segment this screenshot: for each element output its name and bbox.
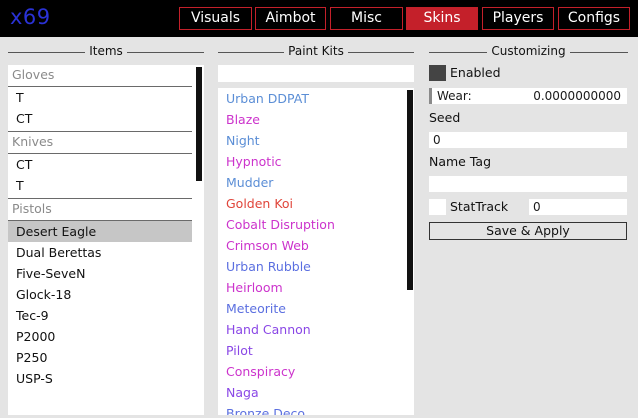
logo: x69 [10,5,51,29]
paint-kit-item[interactable]: Conspiracy [218,361,414,382]
paint-kits-header-label: Paint Kits [284,44,348,58]
stattrack-label: StatTrack [450,199,509,214]
list-item[interactable]: Five-SeveN [8,263,192,284]
paint-kit-item[interactable]: Bronze Deco [218,403,414,415]
paint-kit-item[interactable]: Cobalt Disruption [218,214,414,235]
paint-kit-item[interactable]: Golden Koi [218,193,414,214]
paint-kit-item[interactable]: Blaze [218,109,414,130]
tab-skins[interactable]: Skins [406,7,478,30]
name-tag-label: Name Tag [429,154,492,169]
list-item[interactable]: Tec-9 [8,305,192,326]
list-item[interactable]: CT [8,108,192,129]
paint-kit-item[interactable]: Mudder [218,172,414,193]
paint-kit-item[interactable]: Meteorite [218,298,414,319]
list-item[interactable]: T [8,87,192,108]
wear-value: 0.0000000000 [533,89,621,103]
tab-configs[interactable]: Configs [558,7,630,30]
wear-slider[interactable]: Wear: 0.0000000000 [429,88,627,104]
paint-kit-item[interactable]: Heirloom [218,277,414,298]
items-scrollbar[interactable] [196,67,202,181]
list-item[interactable]: T [8,175,192,196]
top-bar: x69 Visuals Aimbot Misc Skins Players Co… [0,0,638,37]
tab-aimbot[interactable]: Aimbot [255,7,326,30]
enabled-label: Enabled [450,65,501,80]
customizing-header: Customizing [429,44,628,60]
list-item[interactable]: Dual Berettas [8,242,192,263]
group-label-gloves: Gloves [8,65,192,87]
name-tag-input[interactable] [429,176,627,192]
paint-kit-search-input[interactable] [218,65,414,82]
stattrack-checkbox[interactable] [429,199,446,215]
list-item[interactable]: P250 [8,347,192,368]
items-header: Items [8,44,204,60]
paint-kit-item[interactable]: Night [218,130,414,151]
customizing-header-label: Customizing [487,44,570,58]
paint-kit-item[interactable]: Urban DDPAT [218,88,414,109]
list-item[interactable]: P2000 [8,326,192,347]
group-label-knives: Knives [8,132,192,154]
enabled-checkbox[interactable] [429,65,446,81]
paint-kits-header: Paint Kits [218,44,414,60]
seed-label: Seed [429,110,461,125]
save-apply-button[interactable]: Save & Apply [429,222,627,240]
paint-kit-item[interactable]: Hypnotic [218,151,414,172]
list-item-selected[interactable]: Desert Eagle [8,221,192,242]
list-item[interactable]: CT [8,154,192,175]
paint-kit-item[interactable]: Hand Cannon [218,319,414,340]
tab-visuals[interactable]: Visuals [179,7,252,30]
items-header-label: Items [85,44,127,58]
paint-kits-scrollbar[interactable] [407,90,413,290]
paint-kit-item[interactable]: Crimson Web [218,235,414,256]
list-item[interactable]: USP-S [8,368,192,389]
tab-players[interactable]: Players [482,7,554,30]
paint-kit-item[interactable]: Naga [218,382,414,403]
wear-label: Wear: [437,89,472,103]
seed-input[interactable]: 0 [429,132,627,148]
paint-kit-item[interactable]: Pilot [218,340,414,361]
list-item[interactable]: Glock-18 [8,284,192,305]
group-label-pistols: Pistols [8,199,192,221]
tab-misc[interactable]: Misc [330,7,403,30]
paint-kit-item[interactable]: Urban Rubble [218,256,414,277]
paint-kits-list[interactable]: Urban DDPAT Blaze Night Hypnotic Mudder Golde… [218,88,414,415]
stattrack-input[interactable]: 0 [529,199,627,215]
items-list[interactable]: Gloves T CT Knives CT T Pistols Desert E… [8,65,204,415]
